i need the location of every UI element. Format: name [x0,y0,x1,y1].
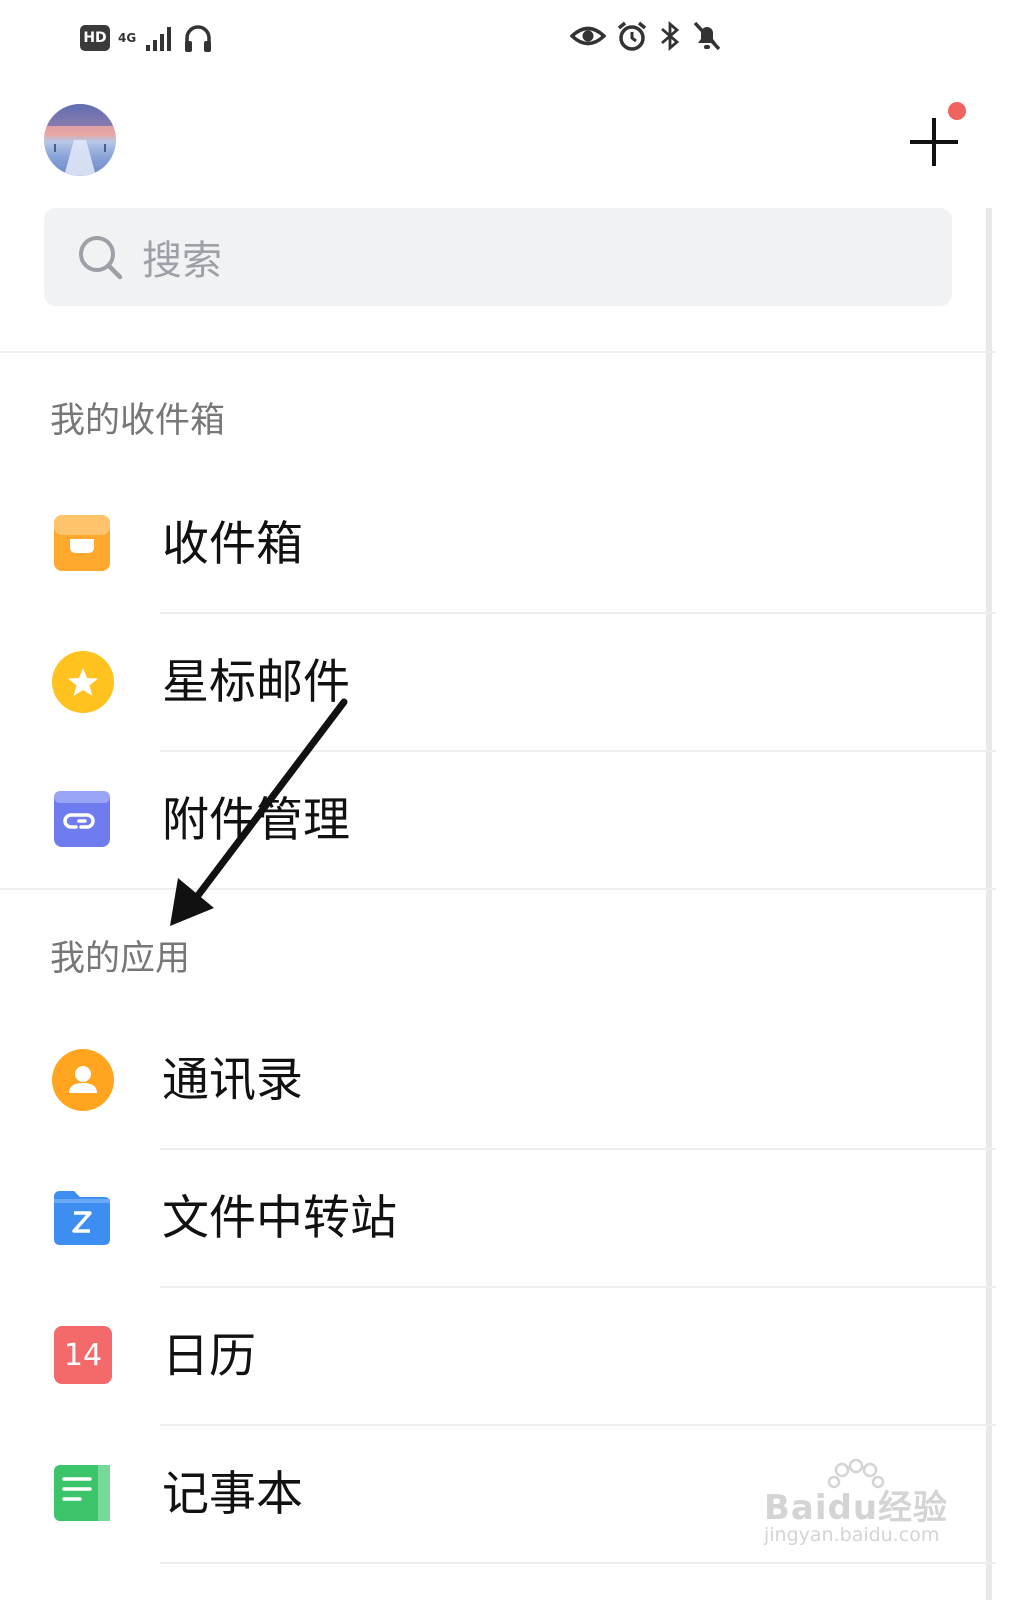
list-item-label: 附件管理 [162,793,350,848]
list-item-file-transfer[interactable]: 文件中转站 [0,1150,996,1288]
avatar-image [44,104,116,176]
eye-icon [570,26,606,46]
hd-badge: HD [80,25,110,51]
bluetooth-icon [661,20,680,52]
list-item-label: 日历 [162,1329,256,1384]
status-right-group [570,20,722,52]
notification-dot [948,102,966,120]
folder-icon [54,1191,110,1245]
bell-muted-icon [693,21,721,51]
section-title-apps: 我的应用 [50,939,191,979]
list-item-contacts[interactable]: 通讯录 [0,1012,996,1150]
baidu-watermark: Baidu经验 jingyan.baidu.com [760,1458,950,1558]
search-placeholder: 搜索 [142,238,222,284]
section-title-inbox: 我的收件箱 [50,401,226,441]
list-item-calendar[interactable]: 14 日历 [0,1288,996,1426]
list-item-inbox[interactable]: 收件箱 [0,476,996,614]
list-item-label: 记事本 [162,1467,303,1522]
section-divider [0,888,996,890]
search-input[interactable]: 搜索 [44,208,952,306]
headphones-icon [185,25,211,52]
compose-plus-icon[interactable] [904,112,964,172]
watermark-url: jingyan.baidu.com [764,1524,940,1546]
list-item-label: 通讯录 [162,1053,303,1108]
star-icon [52,651,114,713]
alarm-icon [617,21,647,51]
row-divider [160,1562,996,1564]
signal-icon [146,27,171,51]
notepad-icon [54,1465,110,1521]
list-item-starred[interactable]: 星标邮件 [0,614,996,752]
inbox-tray-icon [54,515,110,571]
list-item-label: 星标邮件 [162,655,350,710]
status-left-group: HD 4G [80,22,214,54]
status-bar: HD 4G [0,0,1016,76]
attachment-icon [54,791,110,847]
search-icon [79,236,123,280]
network-type-label: 4G [118,31,137,45]
header-divider [0,351,996,353]
list-item-label: 文件中转站 [162,1191,397,1246]
calendar-icon: 14 [54,1326,112,1384]
list-item-attachments[interactable]: 附件管理 [0,752,996,890]
list-item-label: 收件箱 [162,517,303,572]
watermark-logo-text: Baidu经验 [764,1488,949,1528]
contacts-icon [52,1049,114,1111]
user-avatar[interactable] [44,104,116,176]
